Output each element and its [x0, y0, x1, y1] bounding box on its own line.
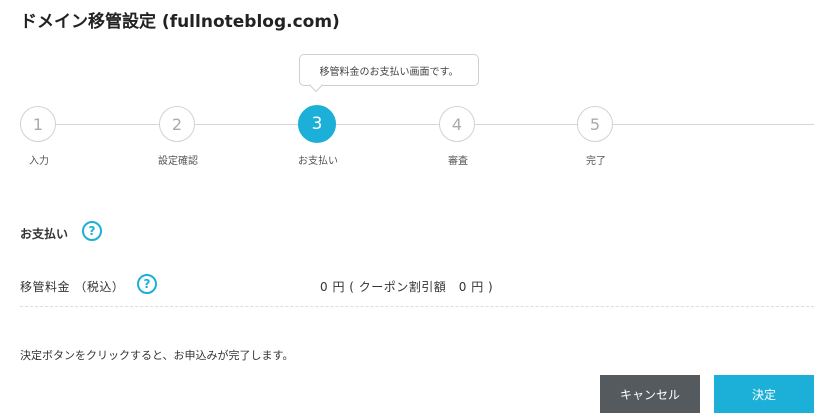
- completion-notice: 決定ボタンをクリックすると、お申込みが完了します。: [20, 349, 294, 362]
- step-connector: [56, 124, 159, 125]
- payment-section-title: お支払い: [20, 227, 69, 241]
- transfer-fee-label: 移管料金 （税込）: [20, 280, 125, 294]
- help-icon[interactable]: ?: [82, 221, 102, 241]
- step-5-circle: 5: [577, 106, 613, 142]
- step-4-label: 審査: [448, 156, 468, 167]
- step-4-circle: 4: [439, 106, 475, 142]
- step-5-label: 完了: [586, 156, 606, 167]
- transfer-fee-value: 0 円 ( クーポン割引額 0 円 ): [320, 280, 494, 294]
- submit-button[interactable]: 決定: [714, 375, 814, 413]
- step-3-label: お支払い: [298, 156, 338, 167]
- dashed-divider: [20, 306, 814, 307]
- step-connector: [475, 124, 578, 125]
- step-connector: [613, 124, 814, 125]
- step-2-circle: 2: [159, 106, 195, 142]
- step-tooltip: 移管料金のお支払い画面です。: [299, 54, 479, 86]
- step-connector: [336, 124, 439, 125]
- step-1-circle: 1: [20, 106, 56, 142]
- step-3-circle-active: 3: [298, 105, 336, 143]
- step-2-label: 設定確認: [158, 156, 198, 167]
- step-connector: [195, 124, 298, 125]
- step-1-label: 入力: [29, 156, 49, 167]
- fee-help-icon[interactable]: ?: [137, 274, 157, 294]
- cancel-button[interactable]: キャンセル: [600, 375, 700, 413]
- progress-stepper: 移管料金のお支払い画面です。 1 2 3 4 5 入力 設定確認 お支払い 審査…: [0, 0, 827, 180]
